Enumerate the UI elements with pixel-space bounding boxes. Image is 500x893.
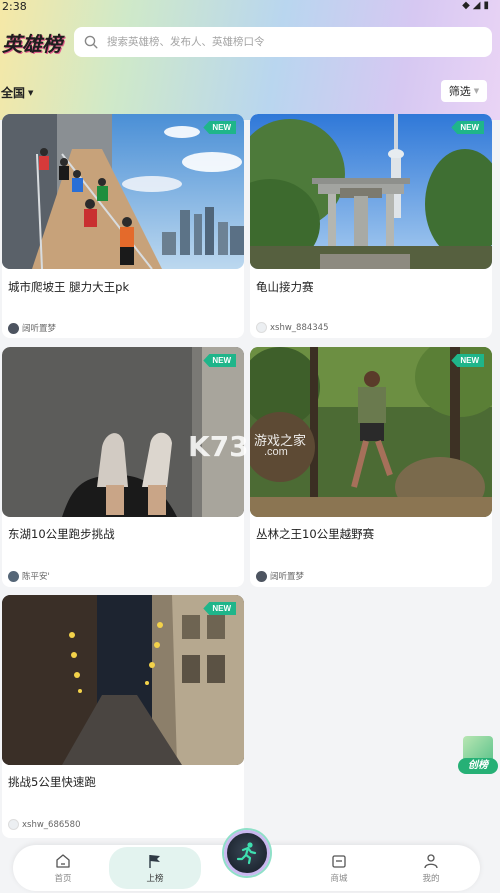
race-card[interactable]: NEW 城市爬坡王 腿力大王pk 阔听置梦 (2, 114, 244, 338)
card-image (2, 595, 244, 765)
region-label: 全国 (1, 86, 26, 100)
tab-leaderboard[interactable]: 上榜 (109, 847, 201, 889)
new-badge: NEW (203, 602, 236, 615)
card-image (2, 114, 244, 269)
avatar (8, 322, 19, 334)
card-image (250, 114, 492, 269)
tab-label: 上榜 (146, 873, 164, 884)
card-image (250, 347, 492, 517)
region-dropdown[interactable]: 全国 ▼ (1, 84, 33, 101)
card-author[interactable]: 阔听置梦 (256, 570, 304, 582)
race-card[interactable]: NEW 龟山接力赛 xshw_884345 (250, 114, 492, 338)
card-author[interactable]: xshw_686580 (8, 819, 81, 830)
tab-mine[interactable]: 我的 (391, 845, 471, 891)
card-title: 挑战5公里快速跑 (8, 775, 96, 789)
tab-shop[interactable]: 商城 (299, 845, 379, 891)
header-gradient-background (0, 0, 500, 120)
shopping-bag-icon (332, 854, 346, 868)
avatar (256, 322, 267, 333)
tab-label: 我的 (422, 873, 440, 884)
start-run-button[interactable] (224, 830, 270, 876)
status-icons: ◆◢▮ (462, 0, 492, 11)
author-name: xshw_884345 (270, 322, 329, 333)
card-author[interactable]: xshw_884345 (256, 322, 329, 333)
create-leaderboard-button[interactable]: 创榜 (458, 736, 498, 778)
search-icon (84, 35, 98, 49)
tab-home[interactable]: 首页 (23, 845, 103, 891)
new-badge: NEW (203, 121, 236, 134)
avatar (256, 570, 267, 582)
runner-icon (236, 842, 257, 865)
create-label: 创榜 (458, 758, 498, 774)
card-title: 丛林之王10公里越野赛 (256, 527, 375, 541)
card-title: 城市爬坡王 腿力大王pk (8, 280, 130, 294)
app-logo: 英雄榜 (2, 32, 62, 56)
new-badge: NEW (451, 354, 484, 367)
flag-icon (149, 854, 160, 868)
search-input[interactable] (107, 36, 487, 48)
user-icon (424, 853, 438, 868)
card-title: 龟山接力赛 (256, 280, 314, 294)
tab-label: 商城 (330, 873, 348, 884)
author-name: 阔听置梦 (270, 572, 305, 582)
new-badge: NEW (203, 354, 236, 367)
filter-label: 筛选 (448, 85, 471, 98)
search-bar[interactable] (74, 27, 492, 57)
filter-button[interactable]: 筛选 ▼ (441, 80, 487, 102)
card-author[interactable]: 陈平安' (8, 570, 50, 582)
avatar (8, 570, 19, 582)
caret-down-icon: ▼ (28, 88, 34, 97)
card-title: 东湖10公里跑步挑战 (8, 527, 115, 541)
author-name: xshw_686580 (22, 819, 81, 830)
race-card[interactable]: NEW 丛林之王10公里越野赛 阔听置梦 (250, 347, 492, 587)
author-name: 阔听置梦 (22, 324, 57, 334)
caret-down-icon: ▼ (473, 87, 480, 95)
avatar (8, 819, 19, 830)
status-time: 2:38 (2, 0, 27, 13)
author-name: 陈平安' (22, 572, 50, 582)
status-bar: 2:38 ◆◢▮ (0, 0, 500, 14)
new-badge: NEW (451, 121, 484, 134)
tab-label: 首页 (54, 873, 72, 884)
race-card[interactable]: NEW 挑战5公里快速跑 xshw_686580 (2, 595, 244, 838)
home-icon (56, 853, 70, 868)
card-image (2, 347, 244, 517)
race-card[interactable]: NEW 东湖10公里跑步挑战 陈平安' (2, 347, 244, 587)
card-author[interactable]: 阔听置梦 (8, 322, 56, 334)
